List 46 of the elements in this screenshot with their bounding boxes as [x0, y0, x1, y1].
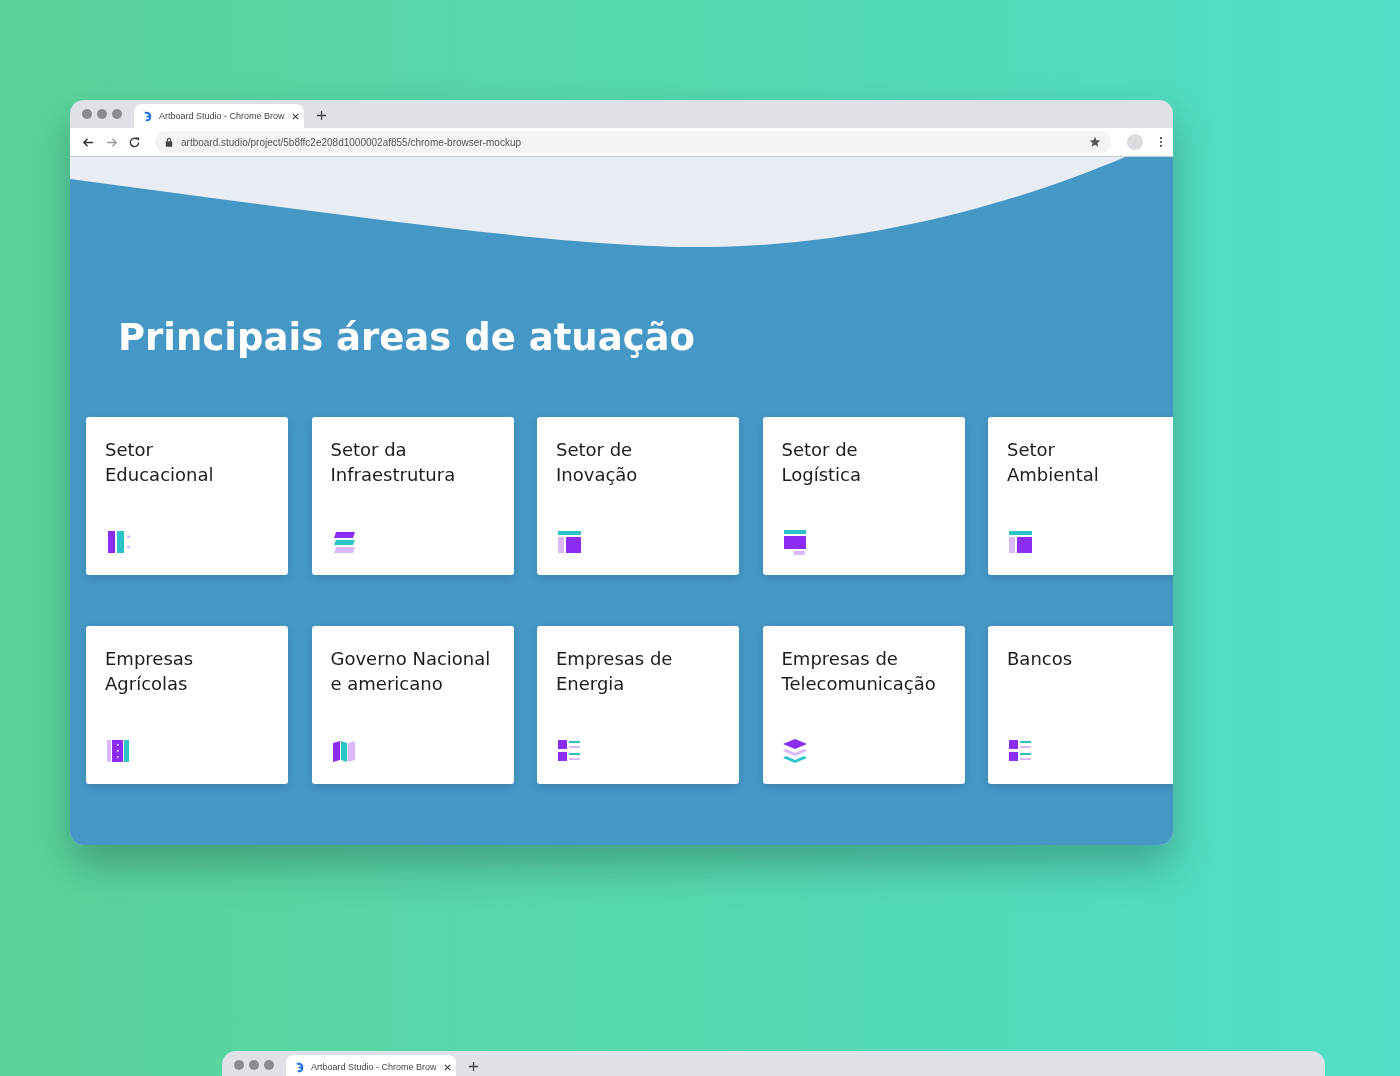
columns-icon — [105, 529, 131, 555]
card-title: Governo Nacional e americano — [330, 647, 491, 696]
sector-card[interactable]: Setor de Inovação — [537, 417, 739, 575]
url-text: artboard.studio/project/5b8ffc2e208d1000002af855/chrome-browser-mockup — [181, 136, 522, 148]
address-bar[interactable]: artboard.studio/project/5b8ffc2e208d1000002af855/chrome-browser-mockup — [155, 131, 1111, 153]
card-title: Setor Ambiental — [1007, 438, 1099, 487]
window-controls-icon[interactable] — [232, 1060, 276, 1070]
card-title: Setor da Infraestrutura — [330, 438, 456, 487]
reload-icon[interactable] — [128, 135, 141, 149]
card-title: Setor de Logística — [781, 438, 861, 487]
layout-icon — [781, 529, 808, 555]
sector-card[interactable]: Empresas Agrícolas — [86, 626, 288, 784]
logo-icon — [294, 1061, 305, 1073]
sector-card[interactable]: Empresas de Energia — [537, 626, 739, 784]
columns-icon — [105, 738, 131, 764]
star-icon[interactable] — [1089, 136, 1101, 148]
window-controls-icon[interactable] — [80, 109, 124, 119]
browser-tab[interactable]: Artboard Studio - Chrome Brow — [286, 1055, 456, 1076]
sector-card[interactable]: Setor Ambiental — [988, 417, 1173, 575]
sector-card[interactable]: Setor de Logística — [762, 417, 965, 575]
section-heading: Principais áreas de atuação — [118, 315, 696, 361]
layout-icon — [1007, 529, 1033, 555]
sector-card[interactable]: Bancos — [988, 626, 1173, 784]
menu-icon[interactable] — [1159, 136, 1163, 148]
card-title: Bancos — [1007, 647, 1073, 671]
close-icon[interactable] — [290, 111, 300, 121]
card-title: Empresas de Telecomunicação — [781, 647, 936, 696]
new-tab-icon[interactable] — [468, 1061, 479, 1072]
list-icon — [1007, 738, 1033, 764]
browser-tab[interactable]: Artboard Studio - Chrome Brow — [134, 104, 304, 128]
logo-icon — [142, 110, 153, 122]
card-title: Empresas de Energia — [556, 647, 673, 696]
lock-icon — [165, 137, 173, 147]
map-icon — [330, 738, 357, 764]
sector-card[interactable]: Setor da Infraestrutura — [311, 417, 514, 575]
layers-icon — [781, 738, 808, 764]
card-title: Setor Educacional — [105, 438, 214, 487]
list-icon — [556, 738, 582, 764]
sector-card[interactable]: Governo Nacional e americano — [311, 626, 514, 784]
close-icon[interactable] — [442, 1062, 452, 1072]
new-tab-icon[interactable] — [316, 110, 327, 121]
card-title: Empresas Agrícolas — [105, 647, 194, 696]
sector-card[interactable]: Empresas de Telecomunicação — [762, 626, 965, 784]
layout-icon — [556, 529, 582, 555]
card-title: Setor de Inovação — [556, 438, 638, 487]
sector-card[interactable]: Setor Educacional — [86, 417, 288, 575]
